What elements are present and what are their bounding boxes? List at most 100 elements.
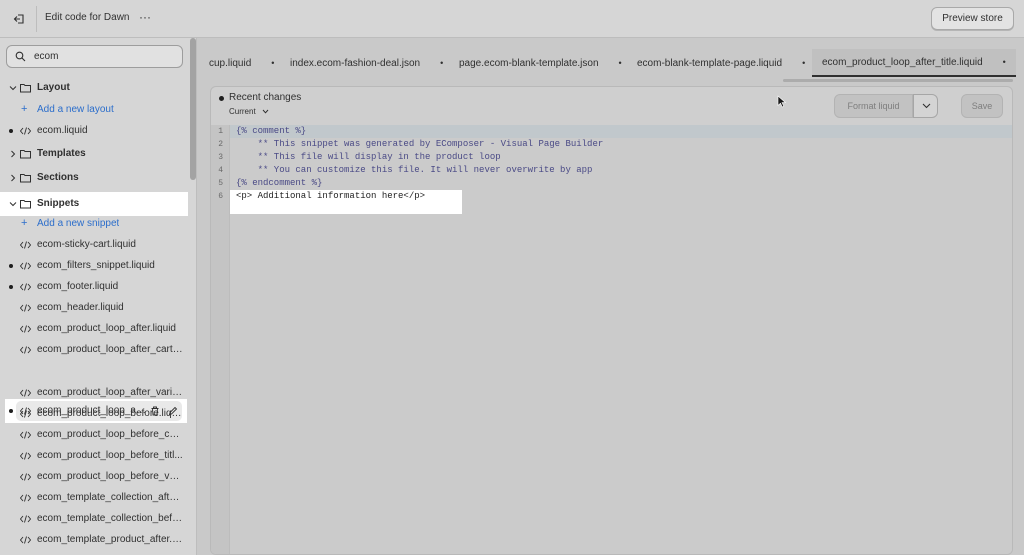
page-title: Edit code for Dawn [45,12,130,23]
folder-icon [20,174,31,183]
modified-dot [9,285,13,289]
active-line-highlight [230,125,1012,138]
file-item[interactable]: ecom_footer.liquid [0,277,188,297]
format-options-button[interactable] [913,94,938,118]
code-file-icon [20,262,31,270]
file-label: ecom-sticky-cart.liquid [37,239,136,250]
folder-icon [20,84,31,93]
line-number: 6 [218,192,223,201]
plus-icon: + [21,103,28,115]
tab-label: ecom-blank-template-page.liquid [637,57,783,69]
close-icon[interactable]: • [1003,57,1006,67]
code-file-icon [20,127,31,135]
preview-store-button[interactable]: Preview store [931,7,1014,30]
file-item[interactable]: ecom-sticky-cart.liquid [0,235,188,255]
code-file-icon [20,473,31,481]
tab-file[interactable]: ecom-blank-template-page.liquid • [637,49,805,77]
folder-templates[interactable]: Templates [0,144,188,164]
file-label: ecom_product_loop_before_titl... [37,450,183,461]
file-item[interactable]: ecom_product_loop_before_titl... [0,446,188,466]
close-icon[interactable]: • [440,58,443,68]
file-label: ecom_product_loop_before_var... [37,471,183,482]
plus-icon: + [21,217,28,229]
chevron-down-icon [9,86,17,91]
code-file-icon [20,389,31,397]
file-label: ecom.liquid [37,125,88,136]
folder-layout[interactable]: Layout [0,78,188,98]
code-area[interactable]: 1 2 3 4 5 6 {% comment %} ** This snippe… [211,125,1012,554]
close-icon[interactable]: • [619,58,622,68]
code-line: {% endcomment %} [236,178,323,188]
code-file-icon [20,536,31,544]
tab-scrollbar[interactable] [783,79,1013,82]
file-search[interactable] [6,45,183,68]
folder-label: Sections [37,172,79,183]
file-item[interactable]: ecom_template_product_after.li... [0,530,188,550]
close-icon[interactable]: • [271,58,274,68]
search-icon [15,51,26,62]
code-file-icon [20,494,31,502]
file-label: ecom_template_collection_befo... [37,513,183,524]
modified-dot [219,96,224,101]
code-editor-card: Recent changes Current Format liquid Sav… [210,86,1013,555]
file-item[interactable]: ecom_product_loop_after_cart_... [0,340,188,360]
editor-main: cup.liquid • index.ecom-fashion-deal.jso… [198,38,1024,555]
file-item[interactable]: ecom.liquid [0,121,188,141]
code-file-icon [20,452,31,460]
add-snippet-button[interactable]: + Add a new snippet [0,214,188,234]
file-item[interactable]: ecom_template_collection_befo... [0,509,188,529]
file-item[interactable]: ecom_product_loop_before_car... [0,425,188,445]
file-item[interactable]: ecom_product_loop_before_var... [0,467,188,487]
version-label: Current [229,107,256,116]
file-item[interactable]: ecom_product_loop_before.liquid [0,404,188,424]
code-file-icon [20,410,31,418]
code-line: ** This file will display in the product… [236,152,501,162]
folder-icon [20,200,31,209]
chevron-right-icon [11,150,16,158]
folder-snippets[interactable]: Snippets [0,192,188,216]
tab-label: cup.liquid [209,57,252,69]
file-label: ecom_template_collection_after... [37,492,183,503]
sidebar-scrollbar[interactable] [190,38,196,180]
close-icon[interactable]: • [802,58,805,68]
add-layout-button[interactable]: + Add a new layout [0,100,188,120]
search-input[interactable] [34,49,174,64]
line-number: 4 [218,166,223,175]
more-actions-button[interactable]: ··· [136,9,154,27]
version-selector[interactable]: Current [229,107,269,116]
tab-bar: cup.liquid • index.ecom-fashion-deal.jso… [198,49,1024,77]
chevron-down-icon [922,103,931,109]
topbar-divider [36,6,37,32]
add-layout-label: Add a new layout [37,104,114,115]
save-button[interactable]: Save [961,94,1003,118]
tab-file[interactable]: page.ecom-blank-template.json • [459,49,622,77]
exit-button[interactable] [8,8,30,30]
code-file-icon [20,325,31,333]
tab-file-active[interactable]: ecom_product_loop_after_title.liquid • [812,49,1016,77]
folder-label: Snippets [37,198,80,209]
folder-sections[interactable]: Sections [0,168,188,188]
code-line: ** You can customize this file. It will … [236,165,593,175]
exit-icon [13,14,24,24]
add-snippet-label: Add a new snippet [37,218,120,229]
file-item[interactable]: ecom_header.liquid [0,298,188,318]
file-sidebar: Layout + Add a new layout ecom.liquid Te… [0,38,197,555]
file-label: ecom_footer.liquid [37,281,119,292]
code-file-icon [20,346,31,354]
file-item[interactable]: ecom_product_loop_after.liquid [0,319,188,339]
modified-dot [9,264,13,268]
file-item[interactable]: ecom_product_loop_after_varia... [0,383,188,403]
folder-icon [20,150,31,159]
file-item[interactable]: ecom_filters_snippet.liquid [0,256,188,276]
file-item[interactable]: ecom_template_collection_after... [0,488,188,508]
code-line: ** This snippet was generated by ECompos… [236,139,604,149]
code-line: {% comment %} [236,126,307,136]
format-liquid-button[interactable]: Format liquid [834,94,913,118]
file-label: ecom_product_loop_after_cart_... [37,344,183,355]
tab-file[interactable]: cup.liquid • [209,49,274,77]
chevron-right-icon [11,174,16,182]
file-label: ecom_filters_snippet.liquid [37,260,155,271]
tab-label: index.ecom-fashion-deal.json [290,57,421,69]
tab-file[interactable]: index.ecom-fashion-deal.json • [290,49,443,77]
file-label: ecom_product_loop_after_varia... [37,387,183,398]
